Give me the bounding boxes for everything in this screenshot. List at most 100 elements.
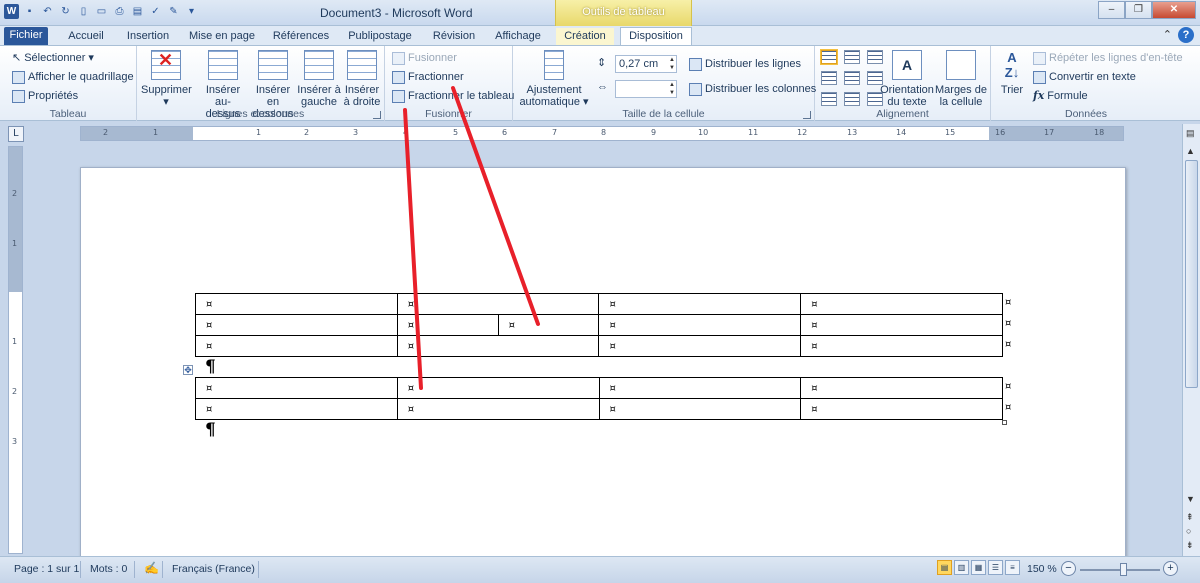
distribute-columns-button[interactable]: Distribuer les colonnes	[689, 80, 816, 98]
tab-mise-en-page[interactable]: Mise en page	[182, 28, 262, 46]
tab-revision[interactable]: Révision	[426, 28, 482, 46]
autofit-button[interactable]: Ajustement automatique ▾	[519, 50, 589, 108]
table-cell[interactable]: ¤	[598, 314, 802, 336]
page-count[interactable]: Page : 1 sur 1	[14, 563, 79, 575]
column-width-input[interactable]	[615, 80, 677, 98]
vertical-ruler[interactable]: 2 1 1 2 3	[8, 146, 23, 554]
repeat-header-rows-button[interactable]: Répéter les lignes d'en-tête	[1033, 49, 1183, 67]
table-cell[interactable]: ¤	[800, 293, 1003, 315]
table-cell[interactable]: ¤	[195, 314, 398, 336]
proofing-icon[interactable]: ✍	[144, 561, 159, 575]
word-logo-icon[interactable]: W	[4, 4, 19, 19]
previous-page-icon[interactable]: ⇞	[1186, 512, 1194, 523]
table-cell[interactable]: ¤	[598, 335, 802, 357]
tab-accueil[interactable]: Accueil	[56, 28, 116, 46]
language-indicator[interactable]: Français (France)	[172, 563, 255, 575]
spelling-icon[interactable]: ✓	[148, 4, 163, 19]
table-cell[interactable]: ¤	[800, 377, 1003, 399]
table-cell[interactable]: ¤	[598, 398, 802, 420]
new-document-icon[interactable]: ▯	[76, 4, 91, 19]
zoom-level[interactable]: 150 %	[1027, 563, 1057, 575]
table-resize-handle[interactable]	[1002, 420, 1007, 425]
align-center-icon[interactable]	[844, 71, 860, 85]
zoom-out-icon[interactable]: −	[1061, 561, 1076, 576]
cell-margins-button[interactable]: Marges de la cellule	[935, 50, 987, 108]
table-1[interactable]: ¤ ¤ ¤ ¤ ¤ ¤ ¤ ¤ ¤ ¤ ¤ ¤ ¤	[195, 293, 1003, 357]
delete-button[interactable]: Supprimer▾	[141, 50, 192, 108]
print-layout-view-icon[interactable]: ▤	[937, 560, 952, 575]
draw-table-icon[interactable]: ✎	[166, 4, 181, 19]
tab-affichage[interactable]: Affichage	[488, 28, 548, 46]
merge-cells-button[interactable]: Fusionner	[392, 49, 457, 67]
tab-fichier[interactable]: Fichier	[4, 27, 48, 46]
minimize-button[interactable]: –	[1098, 1, 1125, 19]
tab-publipostage[interactable]: Publipostage	[340, 28, 420, 46]
help-icon[interactable]: ?	[1178, 27, 1194, 43]
print-preview-icon[interactable]: ▤	[130, 4, 145, 19]
restore-button[interactable]: ❐	[1125, 1, 1152, 19]
customize-qat-icon[interactable]: ▾	[184, 4, 199, 19]
open-folder-icon[interactable]: ▭	[94, 4, 109, 19]
properties-button[interactable]: Propriétés	[12, 87, 78, 105]
split-table-button[interactable]: Fractionner le tableau	[392, 87, 514, 105]
align-center-left-icon[interactable]	[821, 71, 837, 85]
formula-button[interactable]: fx Formule	[1033, 87, 1088, 105]
table-cell[interactable]: ¤	[396, 293, 600, 315]
row-height-input[interactable]: 0,27 cm	[615, 55, 677, 73]
insert-right-button[interactable]: Insérer à droite	[341, 50, 383, 108]
tab-creation[interactable]: Création	[556, 28, 614, 46]
next-page-icon[interactable]: ⇟	[1186, 540, 1194, 551]
table-cell[interactable]: ¤	[800, 314, 1003, 336]
dialog-launcher-icon[interactable]	[373, 111, 381, 119]
tab-references[interactable]: Références	[268, 28, 334, 46]
word-count[interactable]: Mots : 0	[90, 563, 127, 575]
tab-selector-icon[interactable]: L	[8, 126, 24, 142]
web-layout-icon[interactable]: ▦	[971, 560, 986, 575]
table-cell[interactable]: ¤	[598, 293, 802, 315]
scroll-up-icon[interactable]: ▲	[1186, 146, 1195, 156]
table-cell[interactable]: ¤	[195, 335, 398, 357]
save-icon[interactable]: ▪	[22, 4, 37, 19]
print-icon[interactable]: ⎙	[112, 4, 127, 19]
outline-view-icon[interactable]: ☰	[988, 560, 1003, 575]
scrollbar-thumb[interactable]	[1185, 160, 1198, 388]
table-cell[interactable]: ¤	[396, 398, 600, 420]
table-cell[interactable]: ¤	[195, 398, 398, 420]
ruler-toggle-icon[interactable]: ▤	[1186, 128, 1195, 139]
show-gridlines-button[interactable]: Afficher le quadrillage	[12, 68, 134, 86]
align-top-left-icon[interactable]	[821, 50, 837, 64]
table-cell[interactable]: ¤	[497, 314, 600, 336]
zoom-in-icon[interactable]: +	[1163, 561, 1178, 576]
minimize-ribbon-icon[interactable]: ⌃	[1163, 28, 1172, 41]
tab-insertion[interactable]: Insertion	[120, 28, 176, 46]
table-cell[interactable]: ¤	[800, 335, 1003, 357]
undo-icon[interactable]: ↶	[40, 4, 55, 19]
table-cell[interactable]: ¤	[800, 398, 1003, 420]
align-top-center-icon[interactable]	[844, 50, 860, 64]
zoom-slider-thumb[interactable]	[1120, 563, 1127, 576]
text-direction-button[interactable]: A Orientation du texte	[879, 50, 935, 108]
table-cell[interactable]: ¤	[396, 377, 600, 399]
browse-object-icon[interactable]: ○	[1186, 526, 1191, 536]
table-move-handle-icon[interactable]: ✥	[183, 365, 193, 375]
tab-disposition[interactable]: Disposition	[620, 27, 692, 46]
align-bottom-left-icon[interactable]	[821, 92, 837, 106]
draft-view-icon[interactable]: ≡	[1005, 560, 1020, 575]
full-screen-reading-icon[interactable]: ▥	[954, 560, 969, 575]
select-button[interactable]: ↖ Sélectionner ▾	[12, 49, 94, 67]
split-cells-button[interactable]: Fractionner	[392, 68, 464, 86]
distribute-rows-button[interactable]: Distribuer les lignes	[689, 55, 801, 73]
table-cell[interactable]: ¤	[396, 314, 499, 336]
insert-left-button[interactable]: Insérer à gauche	[297, 50, 341, 108]
close-button[interactable]: ✕	[1152, 1, 1196, 19]
table-cell[interactable]: ¤	[195, 377, 398, 399]
table-2[interactable]: ¤ ¤ ¤ ¤ ¤ ¤ ¤ ¤	[195, 377, 1003, 420]
dialog-launcher-icon[interactable]	[803, 111, 811, 119]
table-cell[interactable]: ¤	[396, 335, 600, 357]
scroll-down-icon[interactable]: ▼	[1186, 494, 1195, 504]
align-bottom-center-icon[interactable]	[844, 92, 860, 106]
convert-to-text-button[interactable]: Convertir en texte	[1033, 68, 1136, 86]
horizontal-ruler[interactable]: 2 1 1 2 3 4 5 6 7 8 9 10 11 12 13 14 15 …	[80, 126, 1124, 141]
sort-button[interactable]: A Z↓ Trier	[995, 50, 1029, 96]
redo-icon[interactable]: ↻	[58, 4, 73, 19]
